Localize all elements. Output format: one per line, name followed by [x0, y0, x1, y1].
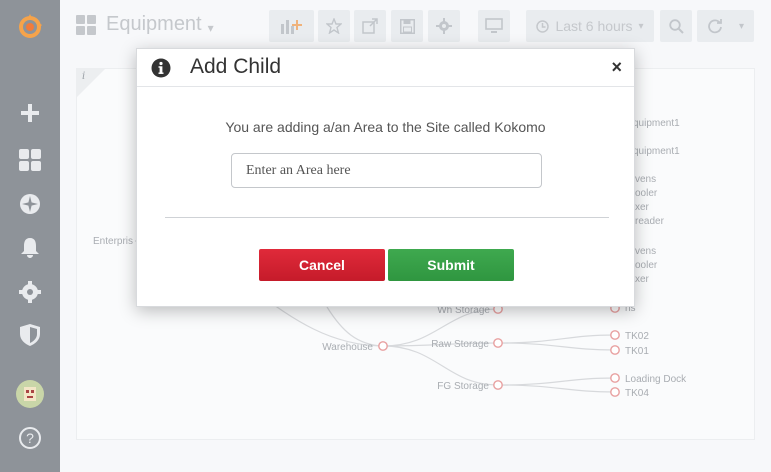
modal-title: Add Child [190, 55, 282, 78]
settings-button[interactable] [428, 10, 460, 42]
area-name-input[interactable] [231, 153, 542, 188]
cancel-button[interactable]: Cancel [259, 249, 385, 281]
tree-label: TK02 [625, 331, 649, 342]
dashboards-icon[interactable] [0, 145, 60, 175]
tv-mode-button[interactable] [478, 10, 510, 42]
tree-label: TK04 [625, 388, 649, 399]
time-range-picker[interactable]: Last 6 hours ▾ [526, 10, 654, 42]
tree-label: ooler [635, 260, 658, 271]
divider [165, 217, 609, 218]
star-button[interactable] [318, 10, 350, 42]
tree-label: vens [635, 174, 656, 185]
plus-icon[interactable] [0, 98, 60, 128]
add-panel-icon [280, 20, 302, 34]
tree-node-tk04[interactable] [610, 387, 620, 397]
zoom-out-button[interactable] [660, 10, 692, 42]
info-icon [151, 58, 171, 78]
tree-node-raw-storage[interactable] [493, 338, 503, 348]
add-child-modal: Add Child × You are adding a/an Area to … [136, 48, 635, 307]
close-icon[interactable]: × [611, 57, 622, 78]
share-icon [362, 18, 378, 34]
share-button[interactable] [354, 10, 386, 42]
save-button[interactable] [391, 10, 423, 42]
tree-label: Loading Dock [625, 374, 687, 385]
time-range-label: Last 6 hours [555, 18, 633, 34]
chevron-down-icon: ▾ [738, 20, 745, 32]
shield-icon[interactable] [0, 320, 60, 350]
tree-label: Raw Storage [431, 339, 489, 350]
modal-message: You are adding a/an Area to the Site cal… [225, 119, 546, 135]
avatar[interactable] [0, 379, 60, 409]
tree-label: Warehouse [322, 342, 373, 353]
monitor-icon [485, 18, 503, 33]
save-icon [399, 18, 415, 34]
dashboard-picker[interactable]: Equipment ▾ [76, 13, 214, 36]
tree-label: xer [635, 202, 650, 213]
sidebar: ? [0, 0, 60, 472]
tree-label: reader [635, 216, 665, 227]
dashboard-title: Equipment [106, 13, 202, 35]
clock-icon [536, 19, 550, 33]
add-panel-button[interactable] [269, 10, 314, 42]
tree-label: TK01 [625, 346, 649, 357]
chevron-down-icon: ▾ [638, 20, 644, 32]
dashboard-grid-icon [76, 14, 96, 35]
tree-label: Enterpris [93, 236, 133, 247]
tree-node-loading-dock[interactable] [610, 373, 620, 383]
explore-icon[interactable] [0, 189, 60, 219]
modal-header: Add Child × [137, 49, 634, 87]
grafana-logo-icon[interactable] [0, 12, 60, 42]
tree-label: ooler [635, 188, 658, 199]
refresh-icon [708, 19, 722, 34]
tree-node-fg-storage[interactable] [493, 380, 503, 390]
top-navbar: Equipment ▾ Last 6 hours ▾ ▾ [60, 0, 771, 52]
tree-node-warehouse[interactable] [378, 341, 388, 351]
tree-label: quipment1 [633, 118, 680, 129]
chevron-down-icon: ▾ [207, 20, 214, 35]
svg-text:?: ? [26, 430, 34, 446]
refresh-button[interactable]: ▾ [697, 10, 754, 42]
tree-label: xer [635, 274, 650, 285]
tree-label: FG Storage [437, 381, 489, 392]
search-icon [668, 18, 684, 34]
submit-button[interactable]: Submit [388, 249, 514, 281]
tree-label: vens [635, 246, 656, 257]
alerting-icon[interactable] [0, 233, 60, 263]
star-icon [326, 18, 342, 34]
tree-node-tk01[interactable] [610, 345, 620, 355]
tree-node-tk02[interactable] [610, 330, 620, 340]
configuration-icon[interactable] [0, 277, 60, 307]
gear-icon [436, 18, 452, 34]
help-icon[interactable]: ? [0, 423, 60, 453]
tree-label: quipment1 [633, 146, 680, 157]
